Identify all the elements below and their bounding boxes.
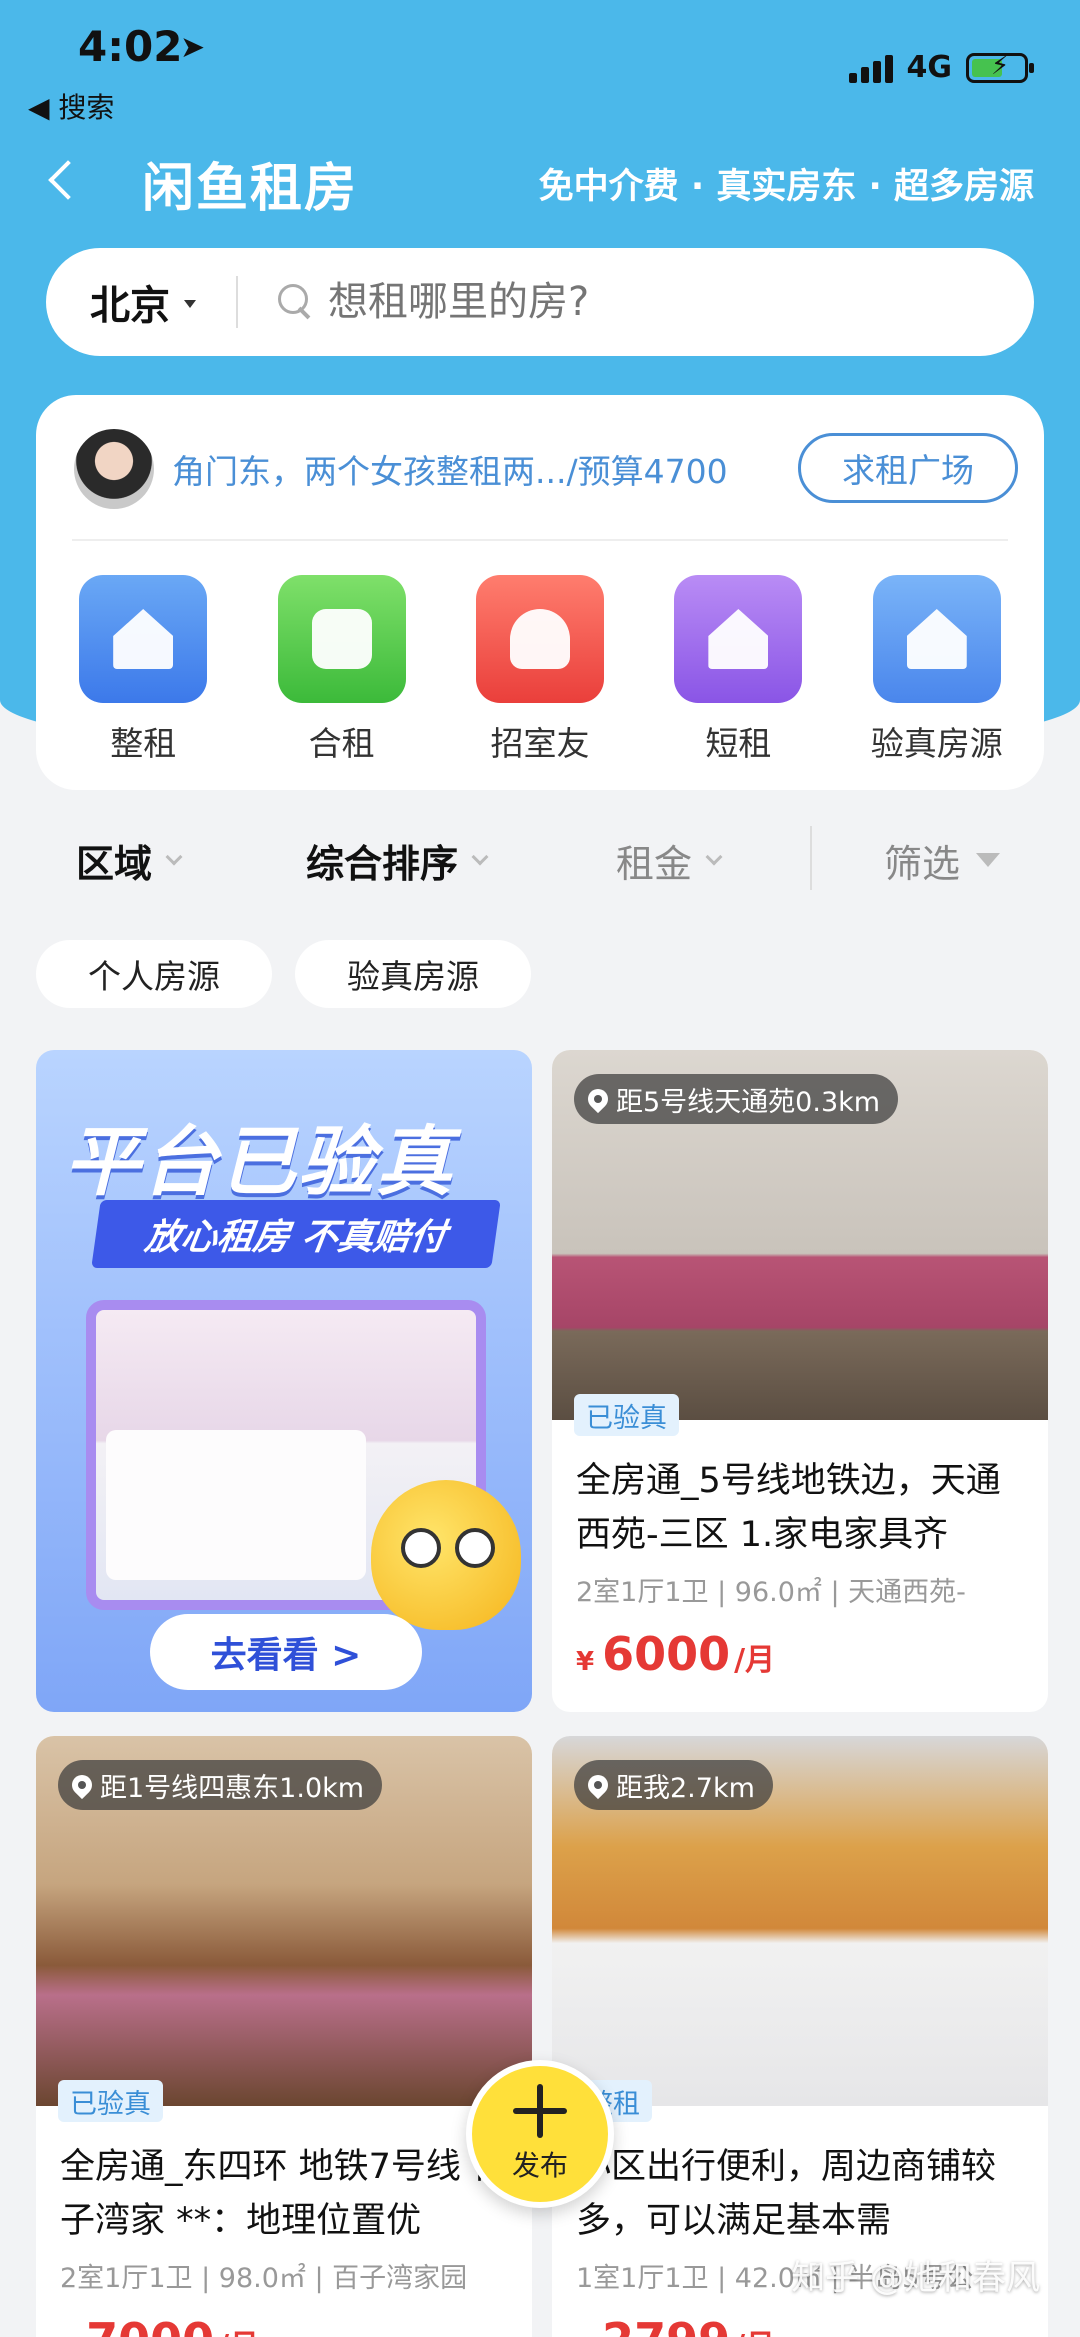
- price-amount: 2799: [602, 2313, 730, 2337]
- listing-meta: 2室1厅1卫 | 96.0㎡ | 天通西苑-: [576, 1577, 966, 1608]
- filter-divider: [810, 826, 812, 890]
- network-type: 4G: [906, 50, 953, 85]
- distance-text: 距1号线四惠东1.0km: [100, 1772, 365, 1804]
- filter-bar: 区域 综合排序 租金 筛选: [0, 826, 1080, 894]
- category-label: 招室友: [490, 724, 590, 763]
- category-find-roommate[interactable]: 招室友: [445, 575, 635, 765]
- watermark: 知乎 @她和春风: [791, 2258, 1040, 2298]
- chevron-left-icon: [48, 160, 88, 200]
- location-arrow-icon: ➤: [180, 30, 206, 65]
- verified-badge: 已验真: [58, 2080, 163, 2122]
- chip-personal-listings[interactable]: 个人房源: [36, 940, 272, 1008]
- house-icon: [79, 575, 208, 703]
- back-to-search-link[interactable]: ◀ 搜索: [28, 86, 114, 126]
- status-time: 4:02: [78, 22, 183, 71]
- location-pin-icon: [583, 1770, 613, 1800]
- distance-tag: 距我2.7km: [574, 1760, 773, 1810]
- distance-tag: 距1号线四惠东1.0km: [58, 1760, 383, 1810]
- caret-down-icon: [184, 300, 196, 308]
- currency-symbol: ¥: [60, 2333, 78, 2337]
- category-short-rent[interactable]: 短租: [643, 575, 833, 765]
- chevron-down-icon: [471, 848, 489, 866]
- filter-more-label: 筛选: [884, 841, 961, 886]
- fish-mascot-icon: [371, 1480, 521, 1630]
- search-input[interactable]: [328, 279, 928, 325]
- listing-card[interactable]: 距我2.7km 整租 小区出行便利，周边商铺较多，可以满足基本需 1室1厅1卫 …: [552, 1736, 1048, 2337]
- price-unit: /月: [734, 1643, 776, 1678]
- funnel-icon: [976, 853, 1001, 867]
- filter-rent-label: 租金: [616, 841, 693, 886]
- listing-card[interactable]: 距1号线四惠东1.0km 已验真 全房通_东四环 地铁7号线 百子湾家 **：地…: [36, 1736, 532, 2337]
- promo-banner[interactable]: 平台已验真 放心租房 不真赔付 去看看 >: [36, 1050, 532, 1712]
- category-card: 角门东，两个女孩整租两.../预算4700 求租广场 整租 合租 招室友 短租 …: [36, 395, 1044, 790]
- listing-price: ¥2799/月: [576, 2313, 1024, 2337]
- price-amount: 7000: [86, 2313, 214, 2337]
- currency-symbol: ¥: [576, 2333, 594, 2337]
- verified-badge: 已验真: [574, 1394, 679, 1436]
- location-pin-icon: [583, 1084, 613, 1114]
- roommate-icon: [475, 575, 604, 703]
- currency-symbol: ¥: [576, 1647, 595, 1677]
- divider: [72, 539, 1008, 541]
- chevron-down-icon: [705, 848, 723, 866]
- price-unit: /月: [218, 2321, 259, 2337]
- category-whole-rent[interactable]: 整租: [48, 575, 238, 765]
- chevron-down-icon: [165, 848, 183, 866]
- listing-photo: 距我2.7km 整租: [552, 1736, 1048, 2122]
- filter-sort[interactable]: 综合排序: [306, 833, 489, 888]
- category-label: 验真房源: [870, 724, 1003, 763]
- chip-verified-listings[interactable]: 验真房源: [295, 940, 531, 1008]
- rent-request-text[interactable]: 角门东，两个女孩整租两.../预算4700: [172, 445, 728, 493]
- search-icon: [278, 284, 314, 320]
- filter-more[interactable]: 筛选: [884, 833, 1001, 888]
- category-label: 整租: [110, 724, 177, 763]
- location-pin-icon: [67, 1770, 97, 1800]
- city-selector[interactable]: 北京: [90, 273, 170, 331]
- publish-label: 发布: [511, 2149, 568, 2182]
- distance-text: 距我2.7km: [616, 1772, 755, 1804]
- search-divider: [236, 276, 238, 328]
- publish-button[interactable]: 发布: [466, 2060, 614, 2208]
- listing-meta: 2室1厅1卫 | 98.0㎡ | 百子湾家园: [60, 2263, 468, 2294]
- rent-request-plaza-button[interactable]: 求租广场: [798, 433, 1018, 503]
- promo-go-button[interactable]: 去看看 >: [150, 1614, 422, 1690]
- battery-icon: ⚡: [966, 51, 1034, 83]
- plus-icon: [513, 2084, 567, 2138]
- category-verified-listings[interactable]: 验真房源: [842, 575, 1032, 765]
- promo-subtitle: 放心租房 不真赔付: [91, 1200, 501, 1268]
- filter-rent[interactable]: 租金: [616, 833, 723, 888]
- category-label: 合租: [308, 724, 375, 763]
- distance-tag: 距5号线天通苑0.3km: [574, 1074, 899, 1124]
- brand-logo: 闲鱼租房: [142, 159, 359, 219]
- filter-area[interactable]: 区域: [76, 833, 183, 888]
- listing-title: 全房通_5号线地铁边，天通西苑-三区 1.家电家具齐: [576, 1461, 1001, 1555]
- avatar: [74, 429, 154, 509]
- search-bar: 北京: [46, 248, 1034, 356]
- category-label: 短租: [705, 724, 772, 763]
- category-list: 整租 合租 招室友 短租 验真房源: [36, 575, 1044, 765]
- header-slogan: 免中介费 · 真实房东 · 超多房源: [538, 167, 1034, 207]
- shared-room-icon: [277, 575, 406, 703]
- listing-photo: 距5号线天通苑0.3km 已验真: [552, 1050, 1048, 1436]
- listing-price: ¥7000/月: [60, 2313, 508, 2337]
- listing-price: ¥6000/月: [576, 1627, 1024, 1681]
- distance-text: 距5号线天通苑0.3km: [616, 1086, 881, 1118]
- short-rent-clock-icon: [674, 575, 803, 703]
- filter-area-label: 区域: [76, 841, 153, 886]
- listing-card[interactable]: 距5号线天通苑0.3km 已验真 全房通_5号线地铁边，天通西苑-三区 1.家电…: [552, 1050, 1048, 1712]
- category-shared-rent[interactable]: 合租: [247, 575, 437, 765]
- listing-title: 小区出行便利，周边商铺较多，可以满足基本需: [576, 2147, 997, 2241]
- verified-check-icon: [872, 575, 1001, 703]
- listing-title: 全房通_东四环 地铁7号线 百子湾家 **：地理位置优: [60, 2147, 508, 2241]
- listing-photo: 距1号线四惠东1.0km 已验真: [36, 1736, 532, 2122]
- filter-sort-label: 综合排序: [306, 841, 459, 886]
- price-amount: 6000: [602, 1627, 731, 1681]
- status-indicators: 4G ⚡: [848, 50, 1034, 85]
- price-unit: /月: [734, 2321, 775, 2337]
- promo-title: 平台已验真: [64, 1117, 454, 1206]
- back-button[interactable]: [42, 150, 88, 210]
- signal-icon: [848, 53, 893, 83]
